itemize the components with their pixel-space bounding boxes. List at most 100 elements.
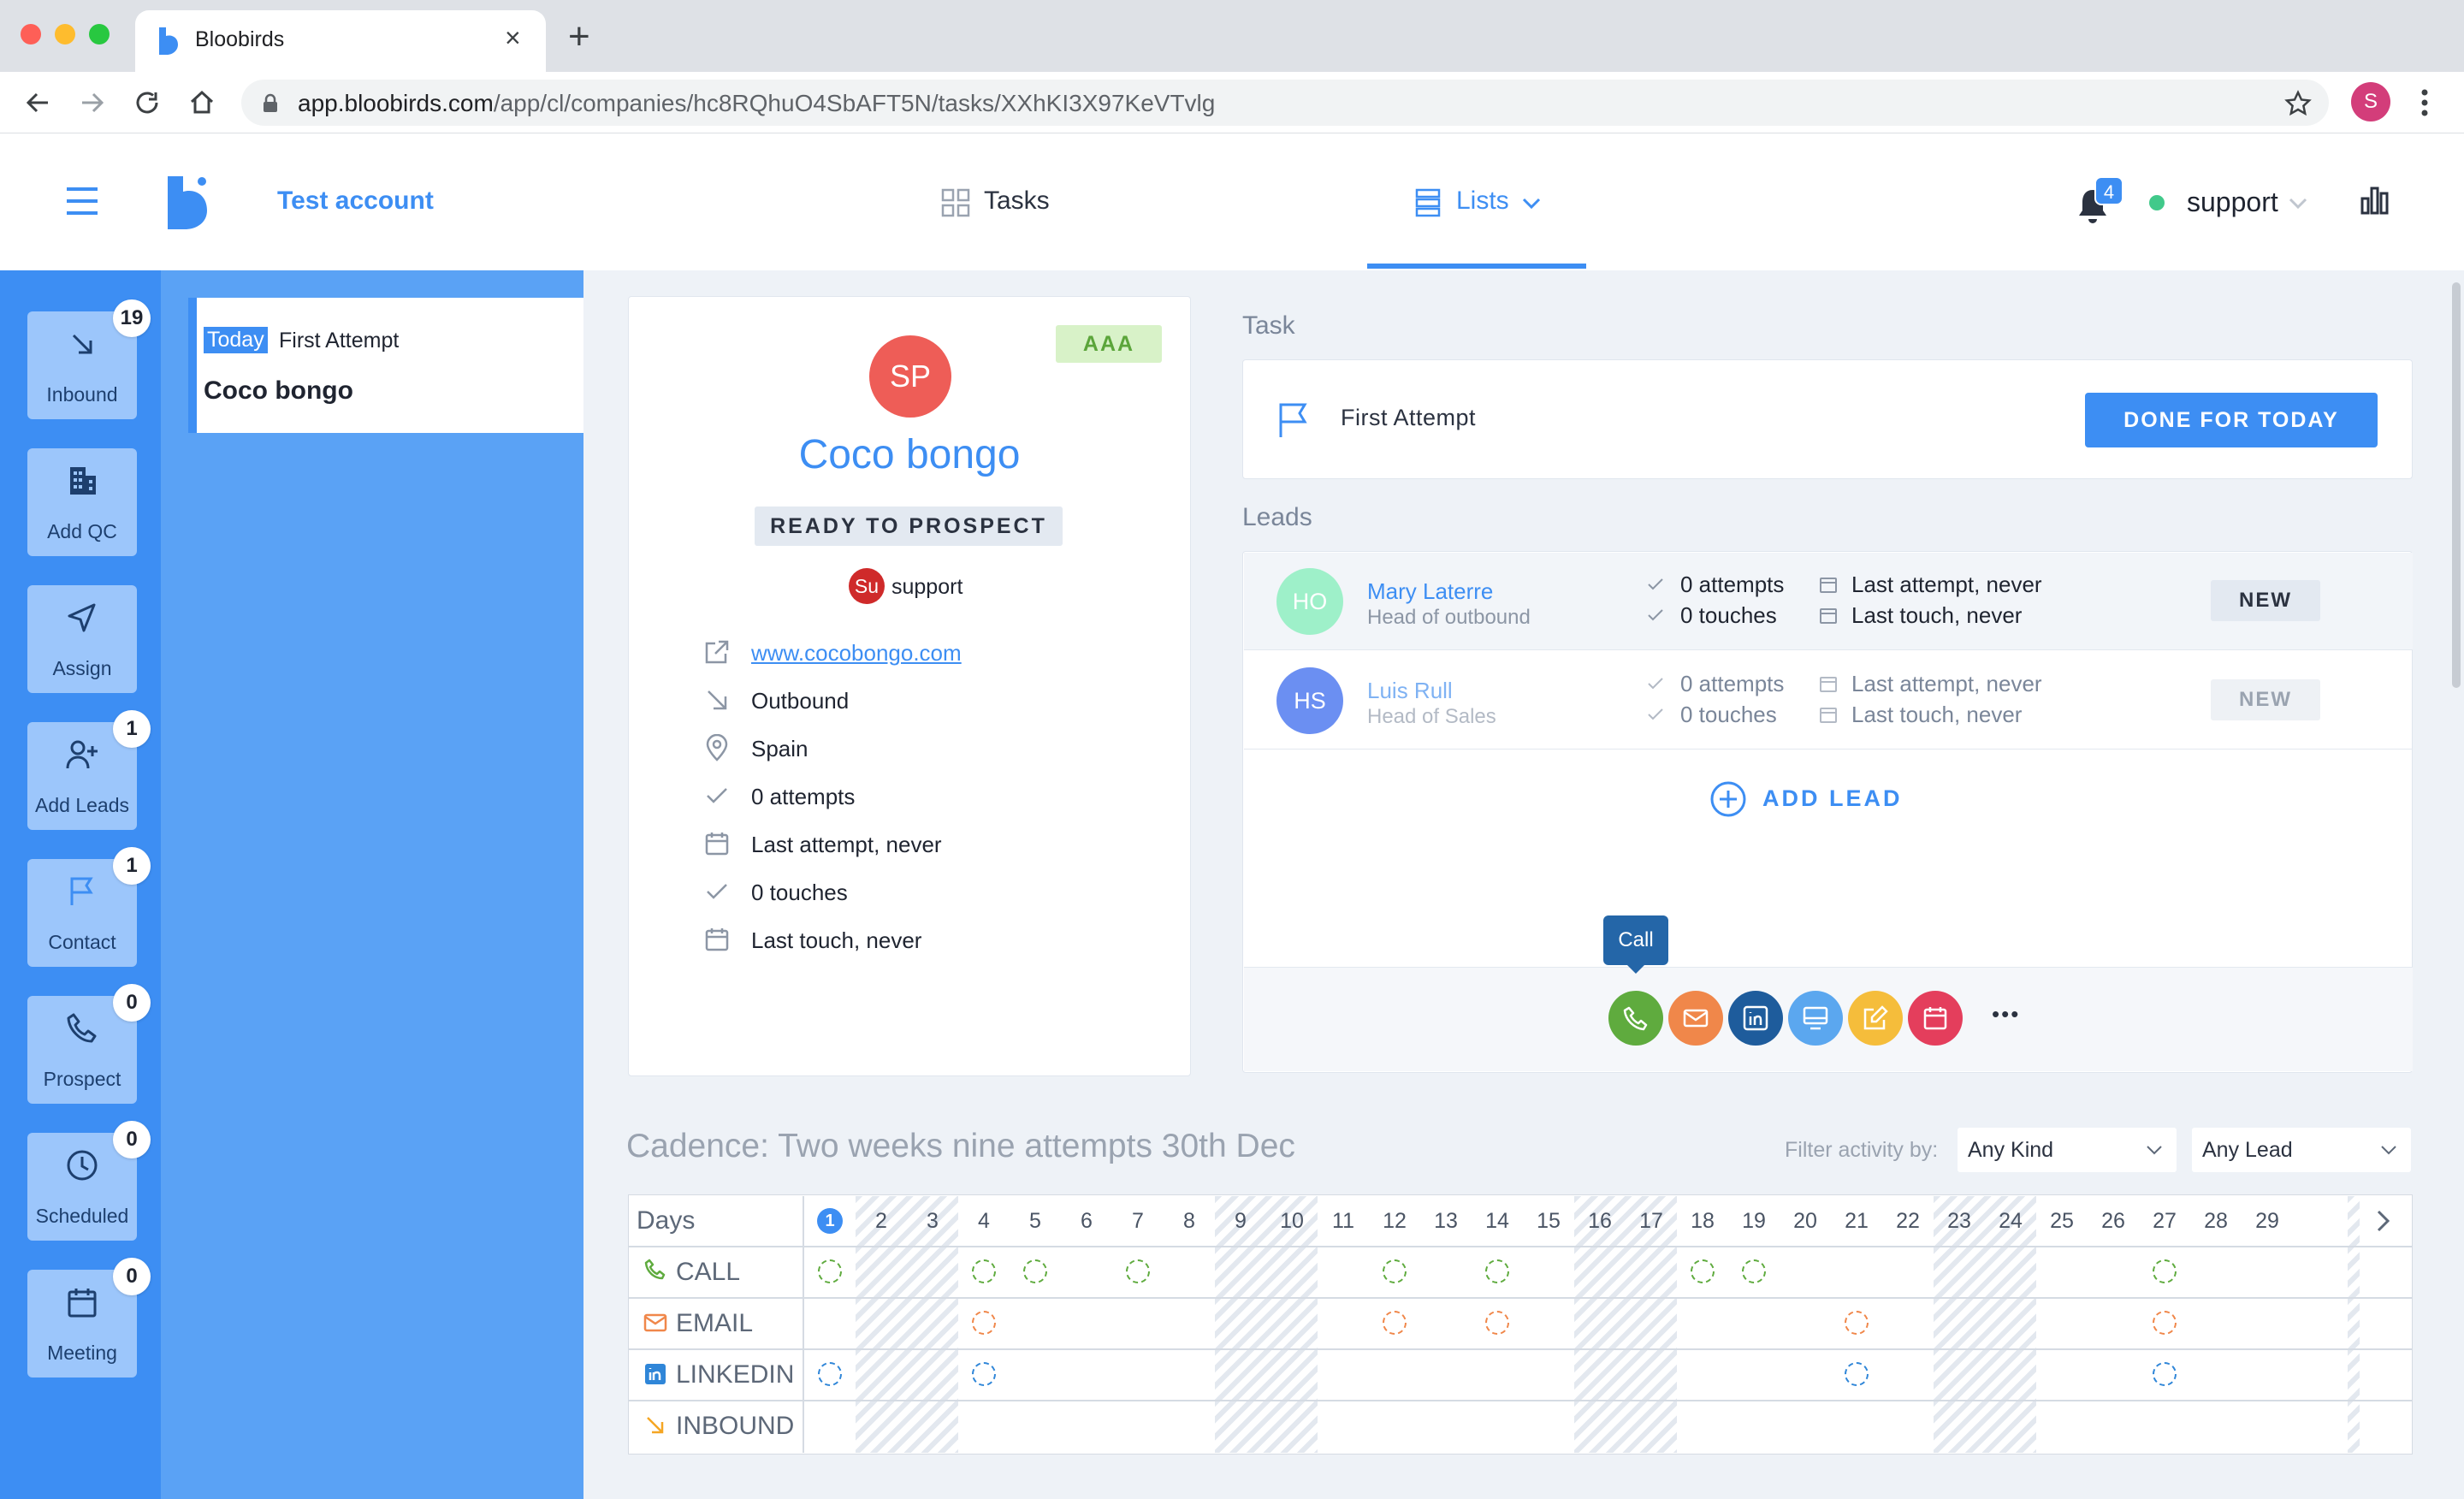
- profile-avatar[interactable]: S: [2351, 82, 2390, 121]
- company-name[interactable]: Coco bongo: [628, 431, 1191, 478]
- day-number: 16: [1588, 1209, 1612, 1233]
- cadence-activity-call[interactable]: [1126, 1259, 1150, 1283]
- cadence-activity-call[interactable]: [972, 1259, 996, 1283]
- close-tab-icon[interactable]: ×: [505, 22, 521, 54]
- sidebar-item-assign[interactable]: Assign: [27, 585, 137, 693]
- lead-row-mary[interactable]: HO Mary Laterre Head of outbound 0 attem…: [1244, 553, 2413, 650]
- home-icon[interactable]: [187, 87, 217, 118]
- cadence-activity-email[interactable]: [1485, 1311, 1509, 1335]
- sidebar-item-add-qc[interactable]: Add QC: [27, 448, 137, 556]
- sidebar-item-contact[interactable]: Contact 1: [27, 847, 151, 967]
- cadence-activity-call[interactable]: [2153, 1259, 2177, 1283]
- task-list-item[interactable]: Today First Attempt Coco bongo: [188, 298, 583, 433]
- sidebar-item-scheduled[interactable]: Scheduled 0: [27, 1121, 151, 1241]
- filter-lead-value: Any Lead: [2202, 1138, 2293, 1162]
- cadence-activity-call[interactable]: [1485, 1259, 1509, 1283]
- status-badge[interactable]: READY TO PROSPECT: [755, 507, 1063, 546]
- bar-chart-icon[interactable]: [2360, 183, 2390, 216]
- calendar-icon: [68, 1289, 97, 1318]
- cadence-activity-call[interactable]: [1023, 1259, 1047, 1283]
- page-scrollbar[interactable]: [2452, 282, 2461, 688]
- close-window-button[interactable]: [21, 24, 41, 44]
- sidebar-item-label: Meeting: [47, 1342, 117, 1364]
- cadence-label-divider: [803, 1196, 804, 1453]
- user-menu[interactable]: support: [2187, 187, 2278, 218]
- hamburger-menu-icon[interactable]: [65, 187, 99, 216]
- schedule-action-button[interactable]: [1908, 991, 1963, 1046]
- sidebar-item-label: Scheduled: [35, 1205, 129, 1227]
- cadence-activity-email[interactable]: [2153, 1311, 2177, 1335]
- sidebar-item-add-leads[interactable]: Add Leads 1: [27, 710, 151, 830]
- note-action-button[interactable]: [1848, 991, 1903, 1046]
- email-icon: [643, 1313, 667, 1332]
- browser-tab[interactable]: Bloobirds ×: [135, 10, 546, 72]
- cadence-activity-linkedin[interactable]: [818, 1362, 842, 1386]
- filter-kind-select[interactable]: Any Kind: [1958, 1128, 2177, 1172]
- send-icon: [68, 603, 96, 632]
- tooltip-arrow: [1626, 964, 1645, 974]
- forward-arrow-icon[interactable]: [77, 87, 108, 118]
- cadence-activity-call[interactable]: [1691, 1259, 1715, 1283]
- back-arrow-icon[interactable]: [22, 87, 53, 118]
- day-number: 29: [2255, 1209, 2279, 1233]
- cadence-activity-email[interactable]: [1383, 1311, 1407, 1335]
- reload-icon[interactable]: [132, 87, 163, 118]
- filter-lead-select[interactable]: Any Lead: [2192, 1128, 2411, 1172]
- cadence-activity-linkedin[interactable]: [1845, 1362, 1869, 1386]
- chevron-right-icon[interactable]: [2375, 1208, 2392, 1234]
- cadence-activity-call[interactable]: [1383, 1259, 1407, 1283]
- url-path: /app/cl/companies/hc8RQhuO4SbAFT5N/tasks…: [493, 90, 1216, 116]
- account-name[interactable]: Test account: [277, 187, 434, 216]
- today-badge: Today: [204, 327, 268, 353]
- lead-name[interactable]: Mary Laterre: [1367, 578, 1493, 605]
- check-icon: [1648, 678, 1663, 690]
- url-domain: app.bloobirds.com: [298, 90, 494, 116]
- bookmark-star-icon[interactable]: [2284, 90, 2312, 117]
- day-number: 25: [2050, 1209, 2074, 1233]
- sidebar-count-badge: 0: [113, 1121, 151, 1158]
- calendar-icon: [1820, 677, 1837, 692]
- sidebar-item-prospect[interactable]: Prospect 0: [27, 984, 151, 1104]
- lead-row-luis[interactable]: HS Luis Rull Head of Sales 0 attempts 0 …: [1244, 652, 2413, 750]
- email-action-button[interactable]: [1668, 991, 1723, 1046]
- cadence-activity-call[interactable]: [1742, 1259, 1766, 1283]
- owner-name[interactable]: support: [891, 575, 962, 600]
- linkedin-icon: [1743, 1005, 1768, 1031]
- sidebar-item-inbound[interactable]: Inbound 19: [27, 299, 151, 419]
- weekend-column: [1934, 1196, 2036, 1453]
- left-sidebar: Inbound 19 Add QC Assign Add Leads 1 Con…: [0, 270, 161, 1499]
- current-day-marker: 1: [817, 1208, 843, 1234]
- cadence-activity-call[interactable]: [818, 1259, 842, 1283]
- cadence-activity-email[interactable]: [972, 1311, 996, 1335]
- done-for-today-button[interactable]: DONE FOR TODAY: [2085, 393, 2378, 447]
- task-card: First Attempt DONE FOR TODAY: [1242, 359, 2413, 479]
- cadence-activity-linkedin[interactable]: [2153, 1362, 2177, 1386]
- lead-status-badge[interactable]: NEW: [2211, 679, 2320, 720]
- add-lead-label: ADD LEAD: [1762, 785, 1903, 811]
- more-actions-button[interactable]: •••: [1992, 1001, 2020, 1028]
- weekend-column: [2348, 1196, 2360, 1453]
- notifications-button[interactable]: 4: [2074, 176, 2125, 229]
- cadence-activity-email[interactable]: [1845, 1311, 1869, 1335]
- address-bar[interactable]: app.bloobirds.com/app/cl/companies/hc8RQ…: [241, 80, 2329, 126]
- linkedin-action-button[interactable]: [1728, 991, 1783, 1046]
- cadence-activity-linkedin[interactable]: [972, 1362, 996, 1386]
- flag-icon: [1279, 403, 1307, 437]
- company-website-link[interactable]: www.cocobongo.com: [751, 640, 962, 667]
- lock-icon: [264, 93, 277, 112]
- user-chevron-down-icon[interactable]: [2288, 197, 2308, 210]
- minimize-window-button[interactable]: [55, 24, 75, 44]
- sidebar-item-meeting[interactable]: Meeting 0: [27, 1258, 151, 1378]
- lead-status-badge[interactable]: NEW: [2211, 580, 2320, 621]
- browser-menu-icon[interactable]: [2418, 86, 2431, 120]
- maximize-window-button[interactable]: [89, 24, 110, 44]
- bloobirds-logo-icon[interactable]: [164, 175, 216, 231]
- day-number: 20: [1793, 1209, 1817, 1233]
- lead-name[interactable]: Luis Rull: [1367, 678, 1453, 704]
- add-lead-button[interactable]: ADD LEAD: [1709, 779, 1949, 820]
- call-action-button[interactable]: [1608, 991, 1663, 1046]
- calendar-icon: [1923, 1007, 1947, 1030]
- meeting-action-button[interactable]: [1788, 991, 1843, 1046]
- new-tab-button[interactable]: +: [568, 15, 590, 58]
- check-icon: [707, 788, 727, 803]
